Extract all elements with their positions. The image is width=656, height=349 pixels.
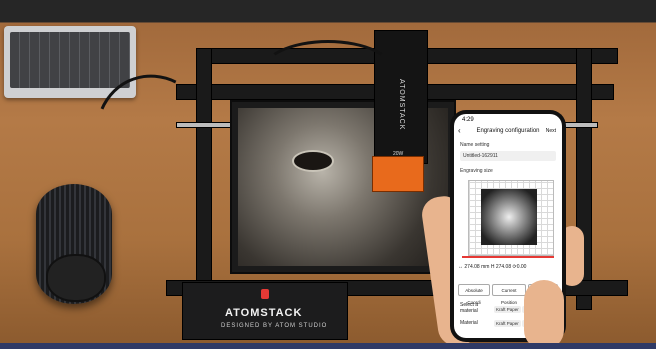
preview-image [481, 189, 537, 245]
product-photo: ATOMSTACK 20W ATOMSTACK DESIGNED BY ATOM… [0, 0, 656, 349]
laser-head: ATOMSTACK 20W [374, 30, 428, 164]
width-ruler [462, 256, 554, 258]
tab-absolute[interactable]: Absolute Coordi [458, 284, 490, 305]
tab-current-position[interactable]: Current Position [492, 284, 526, 305]
status-time: 4:29 [462, 117, 474, 123]
engraving-preview [468, 180, 554, 256]
material-chip[interactable]: Kraft Paper [494, 306, 521, 313]
laser-shield [372, 156, 424, 192]
width-value[interactable]: 274.08 [464, 264, 479, 270]
material-chip[interactable]: Kraft Paper [494, 320, 521, 327]
cable-top [260, 40, 396, 106]
material-prefix: Material [460, 320, 478, 326]
height-value[interactable]: 274.08 [496, 264, 511, 270]
next-button[interactable]: Next [546, 128, 556, 134]
air-assist-pump [36, 184, 112, 304]
width-unit: mm [481, 264, 490, 270]
pump-cap [46, 254, 106, 302]
top-bar [0, 0, 656, 22]
brand-logo: ATOMSTACK [225, 307, 303, 319]
engraving-size-label: Engraving size [460, 168, 493, 174]
name-setting-label: Name setting [460, 142, 490, 148]
dimensions-row: ↔ 274.08 mm H 274.08 ⟳0.00 [458, 264, 526, 270]
bottom-strip [0, 343, 656, 349]
power-button [261, 289, 269, 299]
laser-head-label: ATOMSTACK [398, 79, 405, 131]
cat-eye-left [292, 150, 334, 172]
control-box: ATOMSTACK DESIGNED BY ATOM STUDIO [182, 282, 348, 340]
name-input[interactable]: Untitled-162911 [460, 151, 556, 161]
height-label: H [490, 264, 495, 270]
brand-tagline: DESIGNED BY ATOM STUDIO [221, 323, 328, 329]
right-index-finger [524, 280, 564, 349]
angle-value[interactable]: 0.00 [517, 264, 527, 270]
material-label: Select a material [460, 302, 479, 314]
laptop-keyboard [10, 32, 130, 88]
